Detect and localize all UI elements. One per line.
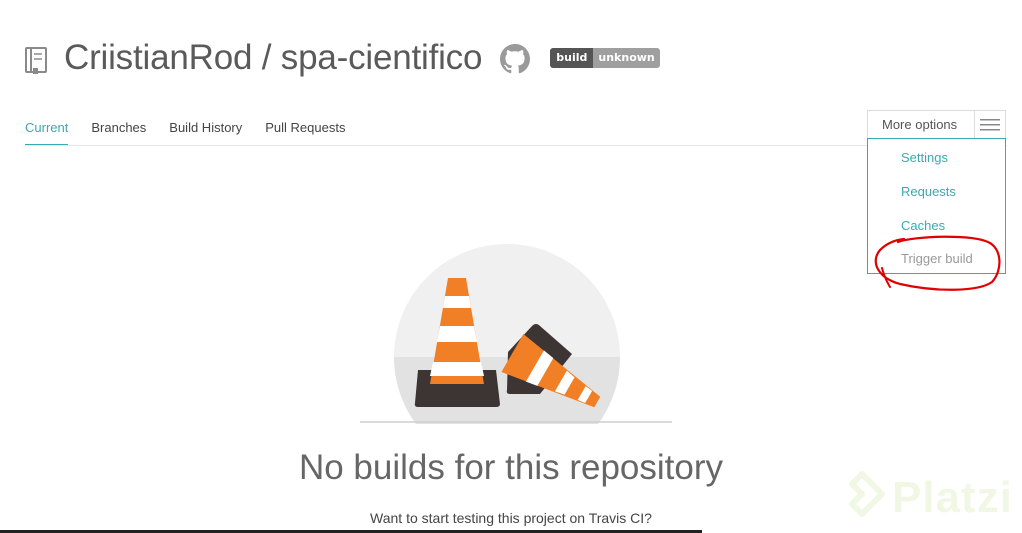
hamburger-menu-icon[interactable]	[974, 111, 1005, 138]
watermark-text: Platzi	[892, 473, 1013, 522]
repo-tabs: Current Branches Build History Pull Requ…	[25, 110, 368, 146]
more-options-dropdown: Settings Requests Caches Trigger build	[867, 138, 1006, 274]
traffic-cones-illustration	[360, 244, 672, 424]
tab-current[interactable]: Current	[25, 110, 69, 146]
platzi-logo-icon	[849, 471, 885, 517]
menu-item-requests[interactable]: Requests	[901, 184, 956, 199]
menu-item-trigger-build[interactable]: Trigger build	[901, 251, 973, 266]
menu-item-caches[interactable]: Caches	[901, 218, 945, 233]
page: CriistianRod / spa-cientifico build unkn…	[0, 0, 1022, 533]
badge-status: unknown	[593, 48, 660, 68]
repo-title-link[interactable]: CriistianRod / spa-cientifico	[64, 38, 482, 78]
build-status-badge[interactable]: build unknown	[550, 48, 660, 68]
repo-header: CriistianRod / spa-cientifico build unkn…	[24, 34, 660, 82]
menu-item-settings[interactable]: Settings	[901, 150, 948, 165]
tabs-divider	[25, 145, 1007, 146]
github-icon[interactable]	[500, 44, 531, 74]
tab-pull-requests[interactable]: Pull Requests	[265, 110, 345, 146]
tab-branches[interactable]: Branches	[91, 110, 146, 146]
tab-build-history[interactable]: Build History	[169, 110, 242, 146]
more-options-label: More options	[882, 117, 958, 132]
more-options-button[interactable]: More options	[867, 110, 1006, 139]
badge-label: build	[550, 48, 594, 68]
repository-icon	[25, 47, 47, 74]
platzi-watermark: Platzi	[838, 470, 1013, 526]
